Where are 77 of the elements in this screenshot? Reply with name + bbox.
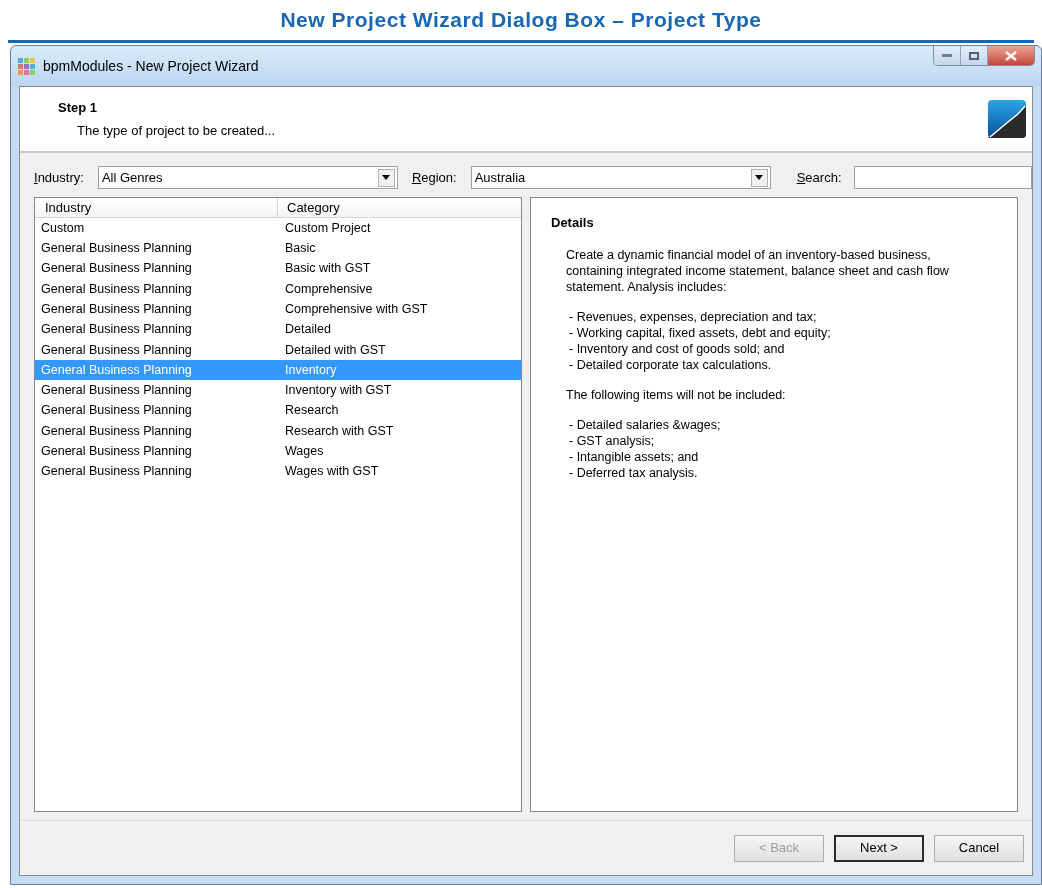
list-item: - Detailed salaries &wages;: [569, 416, 722, 433]
table-cell-text: General Business Planning: [40, 361, 193, 379]
dropdown-button[interactable]: [750, 168, 768, 187]
table-cell-text: Research: [284, 402, 339, 420]
close-icon: [1005, 50, 1017, 61]
description-line: statement. Analysis includes:: [566, 278, 728, 295]
filter-label: Search:: [796, 168, 842, 187]
table-row[interactable]: General Business Planning Comprehensive with GST: [35, 299, 521, 320]
page-title: New Project Wizard Dialog Box – Project Type: [280, 7, 762, 34]
dropdown-value: All Genres: [101, 168, 163, 187]
table-row[interactable]: General Business Planning Research: [35, 400, 521, 421]
table-row[interactable]: General Business Planning Research with GST: [35, 420, 521, 442]
table-cell-text: Inventory: [284, 361, 337, 379]
table-row[interactable]: Custom Custom Project: [35, 218, 521, 239]
table-row[interactable]: General Business Planning Wages: [35, 441, 521, 462]
dialog-button[interactable]: Next >: [834, 834, 924, 862]
table-cell-text: Detailed: [284, 321, 331, 339]
description-line: Create a dynamic financial model of an inventory-based business,: [566, 246, 932, 263]
column-header[interactable]: Category: [278, 197, 521, 218]
table-cell-text: Custom Project: [284, 219, 371, 237]
table-cell-text: Research with GST: [284, 422, 394, 440]
list-item: - Inventory and cost of goods sold; and: [569, 340, 786, 357]
table-row[interactable]: General Business Planning Comprehensive: [35, 278, 521, 300]
table-row[interactable]: General Business Planning Wages with GST: [35, 461, 521, 482]
table-cell-text: General Business Planning: [40, 341, 193, 359]
dropdown[interactable]: Australia: [470, 166, 771, 189]
table-row[interactable]: General Business Planning Basic with GST: [35, 258, 521, 279]
description-line: The following items will not be included:: [566, 386, 787, 403]
table-cell-text: General Business Planning: [40, 260, 193, 278]
table-row[interactable]: General Business Planning Basic: [35, 238, 521, 259]
step-title: Step 1: [58, 99, 98, 117]
dropdown[interactable]: All Genres: [97, 166, 398, 189]
table-cell-text: General Business Planning: [40, 443, 193, 461]
list-item: - GST analysis;: [569, 432, 656, 449]
table-cell-text: Basic: [284, 240, 316, 258]
app-icon: [17, 56, 37, 76]
filter-label: Region:: [411, 168, 457, 187]
table-cell-text: General Business Planning: [40, 321, 193, 339]
table-cell-text: Basic with GST: [284, 260, 371, 278]
table-cell-text: General Business Planning: [40, 240, 193, 258]
table-cell-text: General Business Planning: [40, 382, 193, 400]
table-cell-text: Custom: [40, 219, 86, 237]
dropdown-button[interactable]: [377, 168, 395, 187]
filter-label: Industry:: [34, 168, 84, 187]
table-cell-text: Wages: [284, 443, 324, 461]
caret-icon: [755, 175, 764, 180]
list-item: - Revenues, expenses, depreciation and tax;: [569, 308, 818, 325]
table-row[interactable]: General Business Planning Inventory with GST: [35, 380, 521, 401]
table-cell-text: Detailed with GST: [284, 341, 386, 359]
details-heading: Details: [551, 214, 595, 232]
table-cell-text: Wages with GST: [284, 463, 379, 481]
maximize-button[interactable]: [961, 46, 988, 65]
dialog-button[interactable]: Cancel: [934, 834, 1024, 862]
step-subtitle: The type of project to be created...: [77, 121, 275, 140]
minimize-button[interactable]: [934, 46, 961, 65]
list-item: - Deferred tax analysis.: [569, 464, 699, 481]
table-row[interactable]: General Business Planning Detailed: [35, 319, 521, 340]
logo-icon: [988, 100, 1026, 138]
table-row[interactable]: General Business Planning Detailed with GST: [35, 339, 521, 361]
caret-icon: [382, 175, 391, 180]
window-title: bpmModules - New Project Wizard: [43, 56, 259, 76]
close-button[interactable]: [988, 46, 1034, 65]
search-field[interactable]: [853, 166, 1032, 189]
table-cell-text: General Business Planning: [40, 402, 193, 420]
table-cell-text: General Business Planning: [40, 300, 193, 318]
dropdown-value: Australia: [474, 168, 526, 187]
list-item: - Working capital, fixed assets, debt and equity;: [569, 324, 832, 341]
column-header[interactable]: Industry: [35, 197, 278, 218]
table-cell-text: General Business Planning: [40, 463, 193, 481]
list-item: - Intangible assets; and: [569, 448, 700, 465]
table-cell-text: Inventory with GST: [284, 382, 392, 400]
table-cell-text: Comprehensive with GST: [284, 300, 428, 318]
table-cell-text: Comprehensive: [284, 280, 373, 298]
description-line: containing integrated income statement, balance sheet and cash flow: [566, 262, 950, 279]
list-item: - Detailed corporate tax calculations.: [569, 356, 773, 373]
table-cell-text: General Business Planning: [40, 422, 193, 440]
table-cell-text: General Business Planning: [40, 280, 193, 298]
